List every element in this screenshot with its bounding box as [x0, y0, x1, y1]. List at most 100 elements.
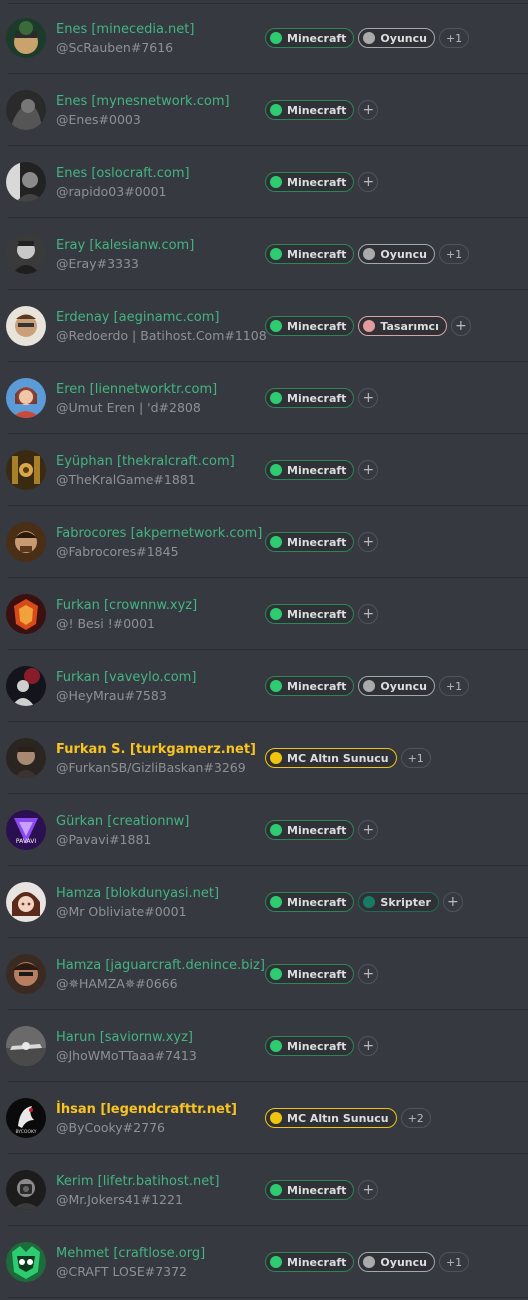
role-color-dot[interactable] — [270, 752, 282, 764]
add-role-button[interactable]: + — [358, 604, 379, 624]
role-pill-minecraft[interactable]: Minecraft — [265, 1036, 355, 1056]
avatar[interactable] — [6, 450, 46, 490]
role-pill-mc-altin-sunucu[interactable]: MC Altın Sunucu — [265, 1108, 397, 1128]
member-name[interactable]: Harun [saviornw.xyz] — [56, 1029, 261, 1046]
add-role-button[interactable]: + — [358, 172, 379, 192]
role-color-dot[interactable] — [270, 680, 282, 692]
role-pill-mc-altin-sunucu[interactable]: MC Altın Sunucu — [265, 748, 397, 768]
add-role-button[interactable]: + — [442, 892, 463, 912]
role-color-dot[interactable] — [270, 968, 282, 980]
avatar[interactable] — [6, 378, 46, 418]
member-name[interactable]: Hamza [jaguarcraft.denince.biz] — [56, 957, 265, 974]
member-row[interactable]: Eray [kalesianw.com] @Eray#3333 Minecraft O… — [6, 218, 528, 290]
role-color-dot[interactable] — [270, 1040, 282, 1052]
member-row[interactable]: Fabrocores [akpernetwork.com] @Fabrocores… — [6, 506, 528, 578]
member-name[interactable]: Furkan [vaveylo.com] — [56, 669, 261, 686]
member-name[interactable]: Furkan [crownnw.xyz] — [56, 597, 261, 614]
add-role-button[interactable]: + — [450, 316, 471, 336]
member-row[interactable]: Kerim [lifetr.batihost.net] @Mr.Jokers41#… — [6, 1154, 528, 1226]
role-pill-oyuncu[interactable]: Oyuncu — [358, 676, 435, 696]
avatar[interactable]: BYCOOKY — [6, 1098, 46, 1138]
avatar[interactable]: PAVAVI — [6, 810, 46, 850]
member-name[interactable]: İhsan [legendcrafttr.net] — [56, 1101, 261, 1118]
role-color-dot[interactable] — [270, 1256, 282, 1268]
member-row[interactable]: Mehmet [craftlose.org] @CRAFT LOSE#7372 Mi… — [6, 1226, 528, 1298]
add-role-button[interactable]: + — [358, 1180, 379, 1200]
avatar[interactable] — [6, 306, 46, 346]
role-pill-minecraft[interactable]: Minecraft — [265, 28, 355, 48]
add-role-button[interactable]: + — [358, 388, 379, 408]
role-pill-minecraft[interactable]: Minecraft — [265, 1252, 355, 1272]
member-row[interactable]: Furkan [vaveylo.com] @HeyMrau#7583 Minecra… — [6, 650, 528, 722]
role-pill-minecraft[interactable]: Minecraft — [265, 676, 355, 696]
more-roles-button[interactable]: +1 — [400, 748, 431, 768]
member-row[interactable]: BYCOOKY İhsan [legendcrafttr.net] @ByCooky… — [6, 1082, 528, 1154]
avatar[interactable] — [6, 18, 46, 58]
member-row[interactable]: PAVAVI Gürkan [creationnw] @Pavavi#1881 Min… — [6, 794, 528, 866]
role-color-dot[interactable] — [270, 320, 282, 332]
member-name[interactable]: Kerim [lifetr.batihost.net] — [56, 1173, 261, 1190]
role-color-dot[interactable] — [270, 1112, 282, 1124]
add-role-button[interactable]: + — [358, 820, 379, 840]
member-row[interactable]: Furkan S. [turkgamerz.net] @FurkanSB/Gizl… — [6, 722, 528, 794]
more-roles-button[interactable]: +1 — [438, 676, 470, 696]
member-name[interactable]: Furkan S. [turkgamerz.net] — [56, 741, 261, 758]
member-name[interactable]: Hamza [blokdunyasi.net] — [56, 885, 261, 902]
member-name[interactable]: Gürkan [creationnw] — [56, 813, 261, 830]
member-row[interactable]: Hamza [jaguarcraft.denince.biz] @✵HAMZA✵#… — [6, 938, 528, 1010]
avatar[interactable] — [6, 1026, 46, 1066]
more-roles-button[interactable]: +2 — [400, 1108, 431, 1128]
role-pill-minecraft[interactable]: Minecraft — [265, 460, 355, 480]
avatar[interactable] — [6, 522, 46, 562]
role-color-dot[interactable] — [363, 680, 376, 692]
role-color-dot[interactable] — [270, 464, 282, 476]
avatar[interactable] — [6, 954, 46, 994]
avatar[interactable] — [6, 882, 46, 922]
role-pill-skripter[interactable]: Skripter — [358, 892, 439, 912]
member-name[interactable]: Enes [minecedia.net] — [56, 21, 261, 38]
role-pill-minecraft[interactable]: Minecraft — [265, 532, 355, 552]
role-pill-minecraft[interactable]: Minecraft — [265, 100, 355, 120]
role-pill-tasarimci[interactable]: Tasarımcı — [358, 316, 447, 336]
role-color-dot[interactable] — [270, 392, 282, 404]
avatar[interactable] — [6, 594, 46, 634]
member-name[interactable]: Mehmet [craftlose.org] — [56, 1245, 261, 1262]
role-color-dot[interactable] — [270, 824, 282, 836]
role-pill-minecraft[interactable]: Minecraft — [265, 820, 355, 840]
member-row[interactable]: Enes [minecedia.net] @ScRauben#7616 Minecr… — [6, 2, 528, 74]
role-color-dot[interactable] — [363, 896, 376, 908]
add-role-button[interactable]: + — [358, 964, 379, 984]
avatar[interactable] — [6, 1242, 46, 1282]
role-pill-minecraft[interactable]: Minecraft — [265, 172, 355, 192]
member-row[interactable]: Erdenay [aeginamc.com] @Redoerdo | Batiho… — [6, 290, 528, 362]
member-name[interactable]: Eren [liennetworktr.com] — [56, 381, 261, 398]
role-color-dot[interactable] — [270, 1184, 282, 1196]
role-pill-minecraft[interactable]: Minecraft — [265, 244, 355, 264]
avatar[interactable] — [6, 738, 46, 778]
role-pill-oyuncu[interactable]: Oyuncu — [358, 1252, 435, 1272]
add-role-button[interactable]: + — [358, 1036, 379, 1056]
member-row[interactable]: Eren [liennetworktr.com] @Umut Eren | 'd#… — [6, 362, 528, 434]
role-pill-minecraft[interactable]: Minecraft — [265, 316, 355, 336]
add-role-button[interactable]: + — [358, 100, 379, 120]
role-color-dot[interactable] — [363, 320, 376, 332]
role-color-dot[interactable] — [363, 32, 376, 44]
member-name[interactable]: Fabrocores [akpernetwork.com] — [56, 525, 262, 542]
role-color-dot[interactable] — [363, 1256, 376, 1268]
member-name[interactable]: Erdenay [aeginamc.com] — [56, 309, 261, 326]
member-name[interactable]: Enes [mynesnetwork.com] — [56, 93, 261, 110]
role-color-dot[interactable] — [270, 32, 282, 44]
add-role-button[interactable]: + — [358, 460, 379, 480]
role-pill-minecraft[interactable]: Minecraft — [265, 604, 355, 624]
role-color-dot[interactable] — [270, 896, 282, 908]
member-row[interactable]: Enes [oslocraft.com] @rapido03#0001 Minecr… — [6, 146, 528, 218]
avatar[interactable] — [6, 234, 46, 274]
role-color-dot[interactable] — [270, 536, 282, 548]
member-row[interactable]: Eyüphan [thekralcraft.com] @TheKralGame#1… — [6, 434, 528, 506]
member-row[interactable]: Enes [mynesnetwork.com] @Enes#0003 Minecra… — [6, 74, 528, 146]
member-name[interactable]: Eray [kalesianw.com] — [56, 237, 261, 254]
role-color-dot[interactable] — [270, 248, 282, 260]
role-pill-oyuncu[interactable]: Oyuncu — [358, 28, 435, 48]
avatar[interactable] — [6, 162, 46, 202]
more-roles-button[interactable]: +1 — [438, 244, 470, 264]
